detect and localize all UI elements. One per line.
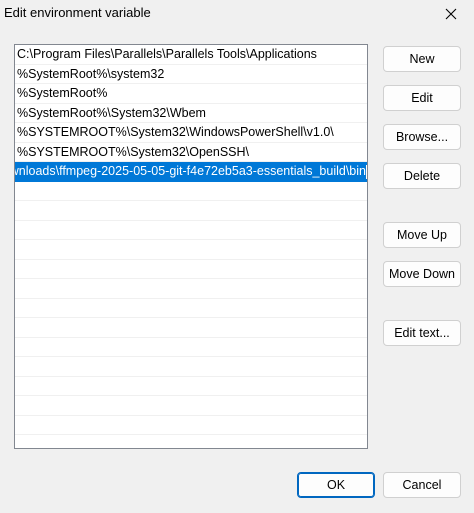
list-item-label: %SystemRoot%\system32 xyxy=(17,66,165,81)
list-item[interactable]: C:\Program Files\Parallels\Parallels Too… xyxy=(15,45,367,65)
empty-row xyxy=(15,221,367,240)
list-item[interactable]: %SystemRoot%\System32\Wbem xyxy=(15,104,367,123)
text-caret xyxy=(366,164,367,179)
empty-row xyxy=(15,182,367,201)
list-item-edit-value: ownloads\ffmpeg-2025-05-05-git-f4e72eb5a… xyxy=(15,164,366,178)
browse-button[interactable]: Browse... xyxy=(383,124,461,150)
empty-row xyxy=(15,338,367,357)
window-title: Edit environment variable xyxy=(4,5,151,20)
path-list[interactable]: C:\Program Files\Parallels\Parallels Too… xyxy=(14,44,368,449)
new-button[interactable]: New xyxy=(383,46,461,72)
move-up-button[interactable]: Move Up xyxy=(383,222,461,248)
list-item[interactable]: %SystemRoot%\system32 xyxy=(15,65,367,84)
empty-row xyxy=(15,377,367,396)
list-item-selected-editing[interactable]: ownloads\ffmpeg-2025-05-05-git-f4e72eb5a… xyxy=(15,162,367,182)
list-item-label: %SYSTEMROOT%\System32\WindowsPowerShell\… xyxy=(17,125,334,139)
empty-row xyxy=(15,240,367,260)
empty-row xyxy=(15,260,367,279)
empty-row xyxy=(15,279,367,299)
close-icon xyxy=(445,8,457,20)
list-item-label: %SystemRoot%\System32\Wbem xyxy=(17,105,206,120)
list-item-label: C:\Program Files\Parallels\Parallels Too… xyxy=(17,47,317,61)
empty-row xyxy=(15,357,367,377)
empty-row xyxy=(15,299,367,318)
list-item-edit-field[interactable]: ownloads\ffmpeg-2025-05-05-git-f4e72eb5a… xyxy=(15,162,367,181)
title-bar: Edit environment variable xyxy=(0,0,474,28)
move-down-button[interactable]: Move Down xyxy=(383,261,461,287)
list-item[interactable]: %SYSTEMROOT%\System32\WindowsPowerShell\… xyxy=(15,123,367,143)
empty-row xyxy=(15,318,367,338)
list-item[interactable]: %SystemRoot% xyxy=(15,84,367,104)
list-item-label: %SYSTEMROOT%\System32\OpenSSH\ xyxy=(17,144,250,159)
close-button[interactable] xyxy=(428,0,474,28)
list-item-label: %SystemRoot% xyxy=(17,86,108,100)
edit-environment-variable-dialog: Edit environment variable C:\Program Fil… xyxy=(0,0,474,513)
cancel-button[interactable]: Cancel xyxy=(383,472,461,498)
edit-text-button[interactable]: Edit text... xyxy=(383,320,461,346)
empty-row xyxy=(15,201,367,221)
empty-row xyxy=(15,416,367,435)
delete-button[interactable]: Delete xyxy=(383,163,461,189)
empty-row xyxy=(15,396,367,416)
ok-button[interactable]: OK xyxy=(297,472,375,498)
edit-button[interactable]: Edit xyxy=(383,85,461,111)
list-item[interactable]: %SYSTEMROOT%\System32\OpenSSH\ xyxy=(15,143,367,162)
